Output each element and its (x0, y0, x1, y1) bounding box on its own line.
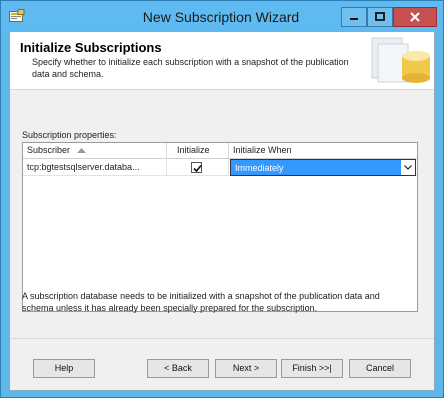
initialize-when-dropdown[interactable]: Immediately (230, 159, 416, 176)
initialization-note: A subscription database needs to be init… (22, 291, 380, 313)
title-bar[interactable]: New Subscription Wizard (1, 1, 443, 31)
minimize-button[interactable] (341, 7, 367, 27)
window-title: New Subscription Wizard (142, 9, 300, 25)
column-header-initialize-when[interactable]: Initialize When (229, 143, 417, 159)
initialize-checkbox[interactable] (191, 162, 202, 173)
subscription-grid: Subscriber Initialize Initialize When tc… (22, 142, 418, 312)
column-header-subscriber[interactable]: Subscriber (23, 143, 167, 159)
wizard-client-area: Initialize Subscriptions Specify whether… (9, 31, 435, 391)
table-row[interactable]: tcp:bgtestsqlserver.databa... Immediatel… (23, 159, 417, 176)
close-button[interactable] (393, 7, 437, 27)
subscriber-cell: tcp:bgtestsqlserver.databa... (23, 159, 167, 176)
close-icon (410, 12, 420, 22)
grid-header: Subscriber Initialize Initialize When (23, 143, 417, 159)
cancel-button[interactable]: Cancel (349, 359, 411, 378)
page-title: Initialize Subscriptions (20, 40, 162, 55)
subscription-properties-label: Subscription properties: (22, 130, 117, 140)
column-header-label: Subscriber (27, 145, 71, 155)
minimize-icon (350, 18, 358, 20)
initialize-cell (167, 159, 229, 176)
column-header-initialize[interactable]: Initialize (167, 143, 229, 159)
database-decoration-icon (371, 37, 430, 83)
sort-ascending-icon (77, 148, 86, 153)
next-button[interactable]: Next > (215, 359, 277, 378)
finish-button[interactable]: Finish >>| (281, 359, 343, 378)
dropdown-button[interactable] (401, 160, 415, 175)
wizard-footer: Help < Back Next > Finish >>| Cancel (10, 338, 434, 390)
page-header: Initialize Subscriptions Specify whether… (10, 32, 434, 90)
wizard-window: New Subscription Wizard Initialize Subsc… (0, 0, 444, 398)
chevron-down-icon (404, 165, 412, 170)
page-description: Specify whether to initialize each subsc… (32, 57, 349, 79)
initialize-when-value: Immediately (235, 163, 284, 173)
maximize-icon (375, 12, 385, 21)
maximize-button[interactable] (367, 7, 393, 27)
back-button[interactable]: < Back (147, 359, 209, 378)
help-button[interactable]: Help (33, 359, 95, 378)
checkmark-icon (193, 164, 202, 173)
wizard-app-icon (9, 9, 25, 23)
